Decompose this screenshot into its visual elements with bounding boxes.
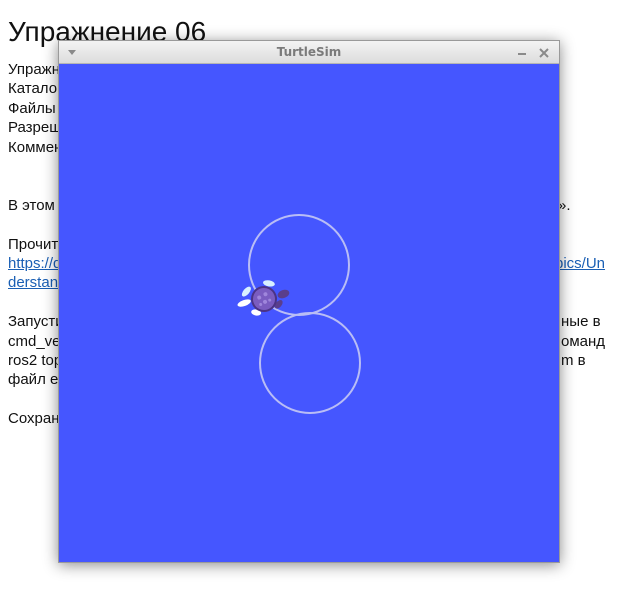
doc-para3-line4-left: файл e xyxy=(8,371,59,388)
window-titlebar[interactable]: TurtleSim xyxy=(59,41,559,64)
doc-para1-left: В этом xyxy=(8,197,55,214)
turtle-icon xyxy=(237,280,290,316)
turtle-canvas xyxy=(59,64,559,562)
doc-line-files: Файлы xyxy=(8,100,56,117)
doc-para3-line1-left: Запусти xyxy=(8,313,64,330)
doc-line-allowed: Разреш xyxy=(8,119,62,136)
doc-link-line1-left[interactable]: https://d xyxy=(8,254,61,273)
doc-line-exercise: Упражн xyxy=(8,61,60,78)
doc-para4-left: Сохран xyxy=(8,410,60,427)
doc-para2-left: Прочит xyxy=(8,236,59,253)
minimize-icon[interactable] xyxy=(516,47,528,59)
close-icon[interactable] xyxy=(538,47,550,59)
doc-para3-line3-left: ros2 top xyxy=(8,352,63,369)
doc-line-directory: Катало xyxy=(8,80,58,97)
turtlesim-window[interactable]: TurtleSim xyxy=(58,40,560,563)
doc-para3-line2-left: cmd_ve xyxy=(8,333,61,350)
doc-line-comment: Коммен xyxy=(8,139,63,156)
doc-para3-line2-right: оманд xyxy=(561,333,606,350)
doc-link-line1-right[interactable]: pics/Un xyxy=(555,254,605,273)
window-title: TurtleSim xyxy=(276,45,342,59)
doc-para3-line1-right: ные в xyxy=(561,313,601,330)
doc-para3-line3-right: m в xyxy=(561,352,586,369)
turtle-path-lower-circle xyxy=(259,312,361,414)
